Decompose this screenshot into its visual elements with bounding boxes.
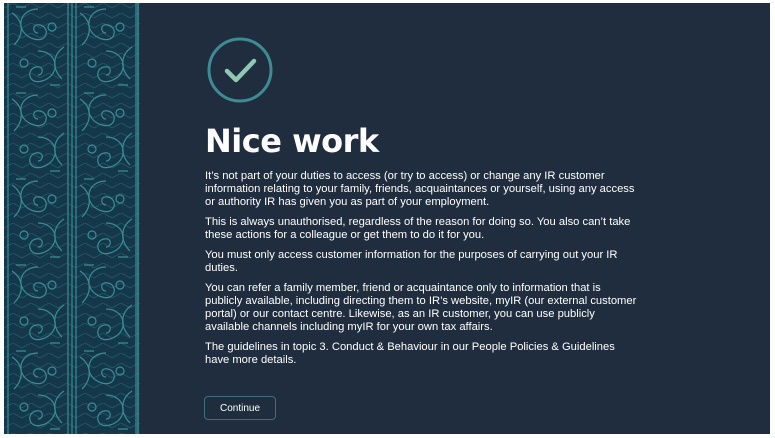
paragraph: You can refer a family member, friend or… xyxy=(205,282,637,333)
kowhaiwhai-pattern-icon xyxy=(4,3,140,434)
paragraph: The guidelines in topic 3. Conduct & Beh… xyxy=(205,341,615,366)
continue-button[interactable]: Continue xyxy=(204,396,276,420)
paragraph: It’s not part of your duties to access (… xyxy=(205,170,635,208)
module-screen: Nice work It’s not part of your duties t… xyxy=(4,3,770,434)
page-title: Nice work xyxy=(205,122,379,160)
paragraph: This is always unauthorised, regardless … xyxy=(205,216,631,241)
decorative-pattern-panel xyxy=(4,3,140,434)
body-text: It’s not part of your duties to access (… xyxy=(205,170,637,374)
check-circle-icon xyxy=(207,37,273,103)
paragraph: You must only access customer informatio… xyxy=(205,249,618,274)
